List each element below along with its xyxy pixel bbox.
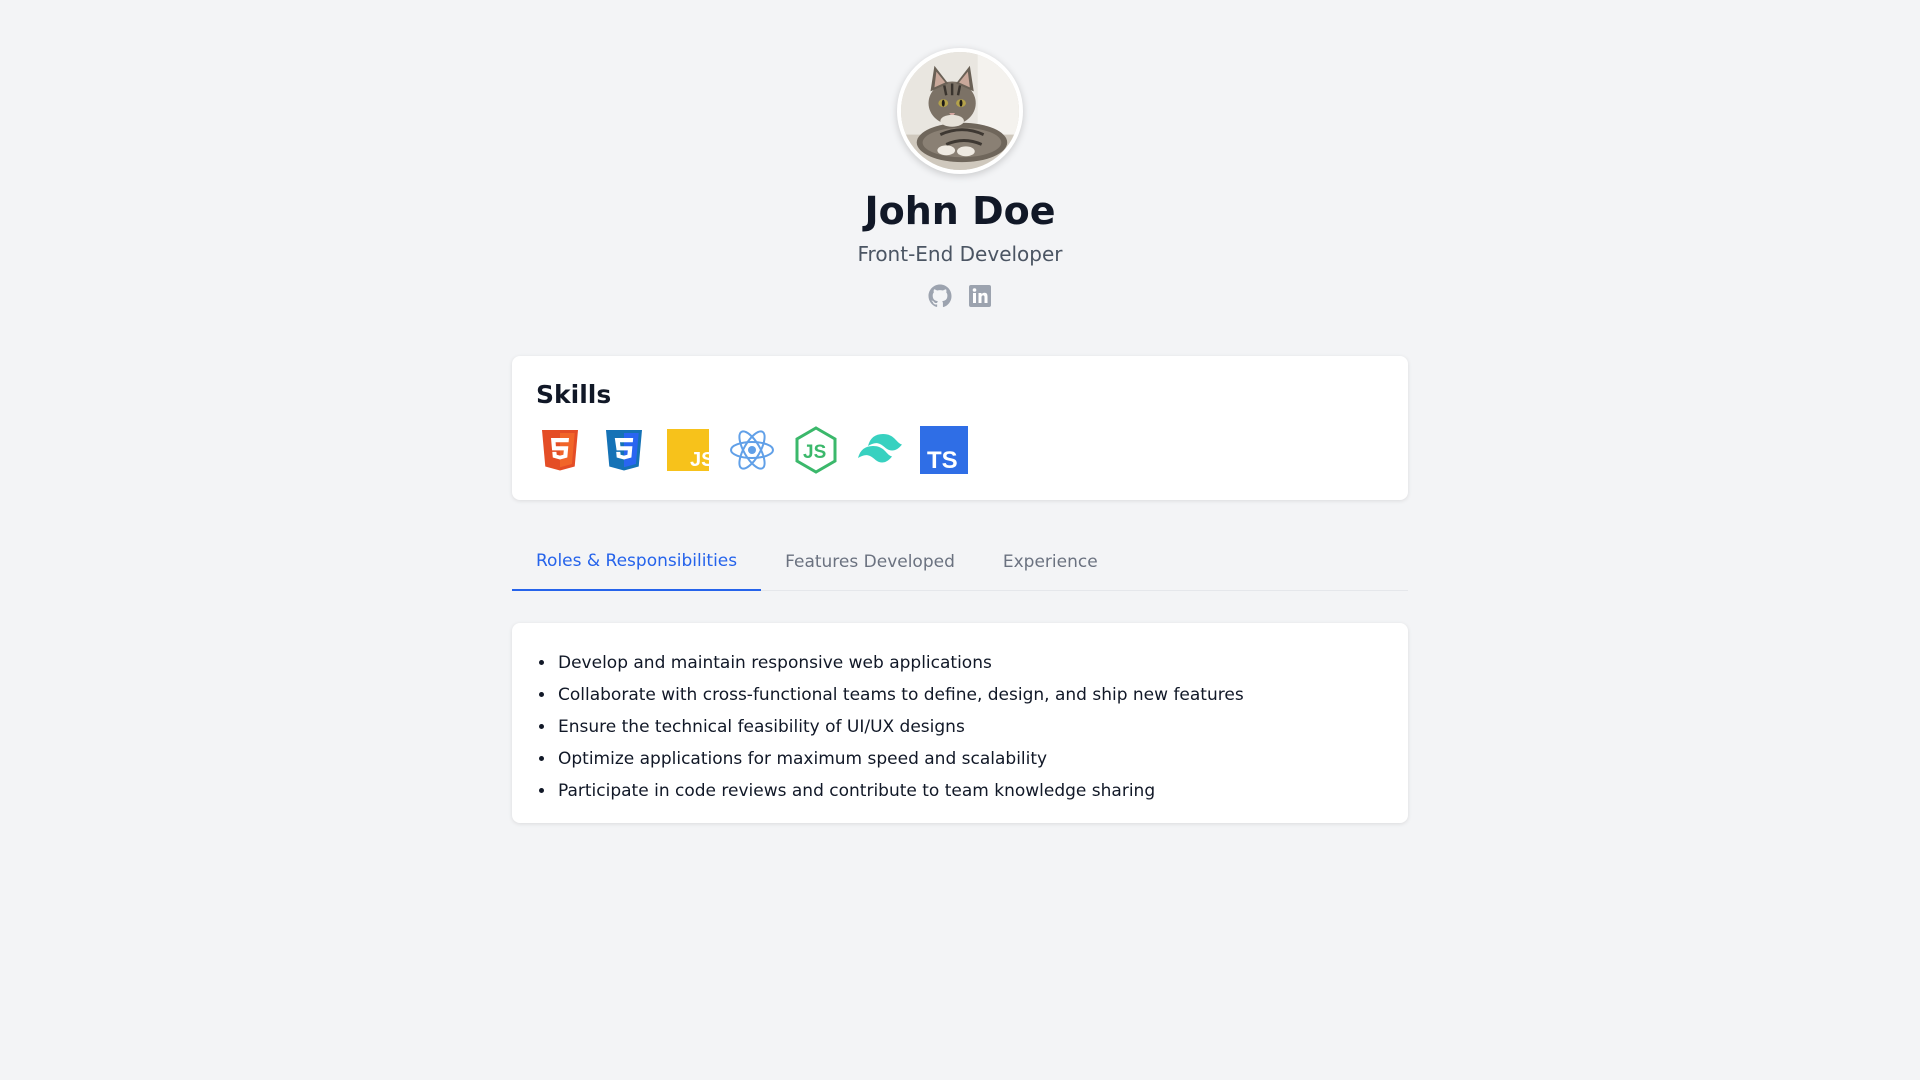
tab-experience[interactable]: Experience bbox=[979, 532, 1122, 591]
css3-icon bbox=[600, 426, 648, 474]
responsibilities-list: Develop and maintain responsive web appl… bbox=[556, 647, 1384, 807]
list-item: Develop and maintain responsive web appl… bbox=[556, 647, 1384, 679]
tab-content-card: Develop and maintain responsive web appl… bbox=[512, 623, 1408, 823]
nodejs-icon: JS bbox=[792, 426, 840, 474]
social-links bbox=[0, 284, 1920, 308]
profile-name: John Doe bbox=[864, 189, 1056, 233]
skills-card: Skills JS JS TS bbox=[512, 356, 1408, 500]
skills-heading: Skills bbox=[536, 380, 612, 409]
profile-title: Front-End Developer bbox=[857, 242, 1063, 266]
svg-text:JS: JS bbox=[803, 442, 826, 463]
list-item: Optimize applications for maximum speed … bbox=[556, 743, 1384, 775]
list-item: Participate in code reviews and contribu… bbox=[556, 775, 1384, 807]
linkedin-icon[interactable] bbox=[968, 284, 992, 308]
list-item: Ensure the technical feasibility of UI/U… bbox=[556, 711, 1384, 743]
tailwind-icon bbox=[856, 426, 904, 474]
github-icon[interactable] bbox=[928, 284, 952, 308]
tab-bar: Roles & Responsibilities Features Develo… bbox=[512, 532, 1408, 591]
list-item: Collaborate with cross-functional teams … bbox=[556, 679, 1384, 711]
html5-icon bbox=[536, 426, 584, 474]
skills-list: JS JS TS bbox=[536, 426, 1384, 474]
typescript-icon: TS bbox=[920, 426, 968, 474]
svg-text:TS: TS bbox=[927, 447, 958, 474]
profile-page: John Doe Front-End Developer Skills JS J… bbox=[0, 0, 1920, 1080]
tab-features-developed[interactable]: Features Developed bbox=[761, 532, 979, 591]
avatar bbox=[897, 48, 1023, 174]
javascript-icon: JS bbox=[664, 426, 712, 474]
cat-photo bbox=[901, 52, 1019, 170]
tab-roles-responsibilities[interactable]: Roles & Responsibilities bbox=[512, 532, 762, 591]
react-icon bbox=[728, 426, 776, 474]
svg-text:JS: JS bbox=[690, 449, 712, 471]
